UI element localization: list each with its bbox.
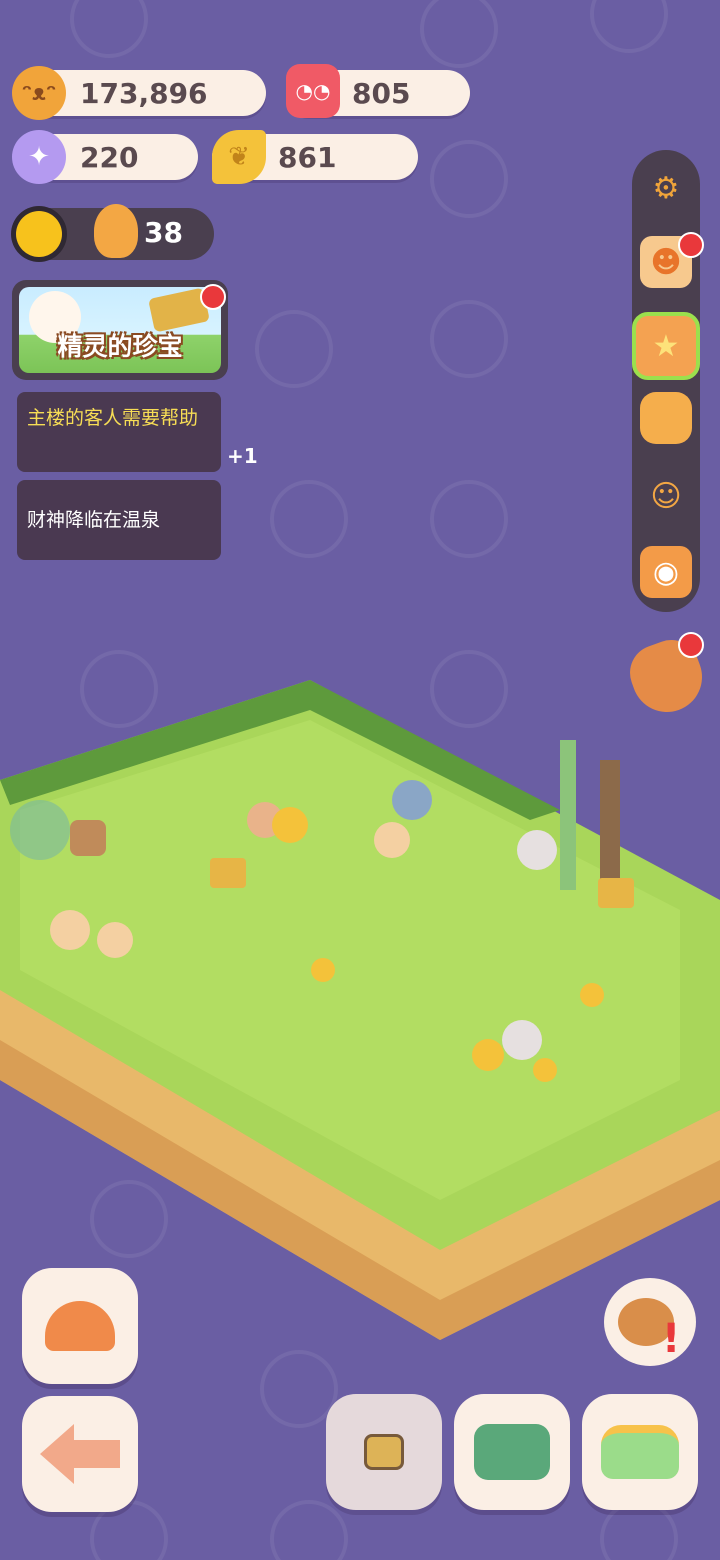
home-mushroom-icon (45, 1301, 115, 1351)
task-text: 主楼的客人需要帮助 (27, 407, 199, 429)
cookie-coin-icon: ᵔᴥᵔ (12, 66, 66, 120)
settings-gear-icon[interactable]: ⚙ (640, 162, 692, 214)
event-title: 精灵的珍宝 (57, 332, 183, 361)
task-item[interactable]: 主楼的客人需要帮助 (17, 392, 221, 472)
task-text: 财神降临在温泉 (27, 509, 161, 531)
decor-button[interactable] (582, 1394, 698, 1510)
plant-shop-icon (474, 1424, 550, 1480)
jelly-counter[interactable]: ◔◔ 805 (286, 64, 470, 118)
camera-icon[interactable]: ◉ (640, 546, 692, 598)
home-mushroom-button[interactable] (22, 1268, 138, 1384)
stamp-notification-dot (678, 232, 704, 258)
side-menu: ⚙ ☻ ★ ☺ ◉ (632, 150, 704, 612)
garden-island[interactable] (0, 640, 720, 1360)
crystal-counter[interactable]: ✦ 220 (12, 130, 198, 184)
backpack-icon[interactable] (640, 392, 692, 444)
event-notification-dot (200, 284, 226, 310)
crystal-candy-icon: ✦ (12, 130, 66, 184)
sun-level-panel[interactable]: 38 (12, 204, 214, 260)
sun-icon (16, 211, 62, 257)
back-button[interactable] (22, 1396, 138, 1512)
leaf-counter[interactable]: ❦ 861 (212, 130, 418, 184)
leaf-value: 861 (278, 140, 337, 174)
task-item[interactable]: 财神降临在温泉 (17, 480, 221, 560)
gingerbread-icon (94, 204, 138, 258)
star-shop-icon[interactable]: ★ (632, 312, 700, 380)
decor-sofa-icon (601, 1425, 679, 1479)
golden-leaf-icon: ❦ (212, 130, 266, 184)
crystal-value: 220 (80, 140, 139, 174)
coins-value: 173,896 (80, 76, 208, 110)
jelly-value: 805 (352, 76, 411, 110)
coins-counter[interactable]: ᵔᴥᵔ 173,896 (12, 66, 266, 120)
more-tasks-count: +1 (227, 444, 258, 468)
padlock-icon (364, 1434, 404, 1470)
locked-flower-button[interactable] (326, 1394, 442, 1510)
jelly-candle-icon: ◔◔ (286, 64, 340, 118)
alert-exclamation-icon: ! (662, 1316, 681, 1362)
event-banner[interactable]: 精灵的珍宝 (12, 280, 228, 380)
merchant-alert-button[interactable]: ! (604, 1278, 696, 1366)
friends-icon[interactable]: ☺ (640, 470, 692, 522)
gingerbread-count: 38 (144, 216, 183, 249)
plant-shop-button[interactable] (454, 1394, 570, 1510)
back-arrow-icon (40, 1424, 120, 1484)
